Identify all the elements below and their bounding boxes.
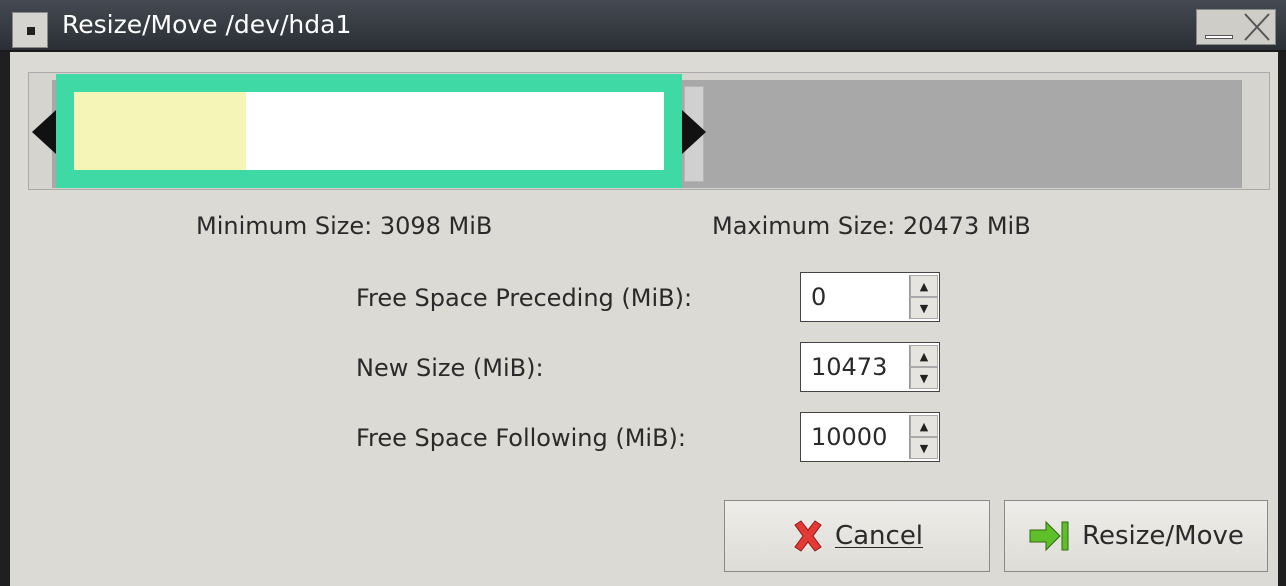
maximum-size-label: Maximum Size: 20473 MiB [712, 212, 1031, 240]
window-menu-icon [27, 27, 35, 35]
cancel-button[interactable]: Cancel [724, 500, 990, 572]
window-title: Resize/Move /dev/hda1 [62, 10, 352, 39]
spinner-arrows: ▲ ▼ [909, 415, 938, 459]
resizer-edge [1242, 76, 1266, 186]
right-resize-handle-icon[interactable] [682, 110, 706, 154]
free-space-preceding-label: Free Space Preceding (MiB): [356, 284, 693, 312]
minimum-size-label: Minimum Size: 3098 MiB [196, 212, 493, 240]
decrement-down-icon[interactable]: ▼ [910, 367, 938, 389]
minimize-icon[interactable] [1205, 35, 1233, 39]
spinner-arrows: ▲ ▼ [909, 275, 938, 319]
free-space-following-label: Free Space Following (MiB): [356, 424, 686, 452]
free-space-following-value[interactable]: 10000 [811, 421, 887, 453]
decrement-down-icon[interactable]: ▼ [910, 437, 938, 459]
cancel-label: Cancel [834, 521, 924, 551]
resize-move-label: Resize/Move [1082, 521, 1244, 551]
free-space-following-spinner[interactable]: 10000 ▲ ▼ [800, 412, 940, 462]
increment-up-icon[interactable]: ▲ [910, 345, 938, 367]
resize-arrow-icon [1029, 520, 1069, 552]
new-size-value[interactable]: 10473 [811, 351, 887, 383]
free-space-preceding-spinner[interactable]: 0 ▲ ▼ [800, 272, 940, 322]
free-space-preceding-value[interactable]: 0 [811, 281, 826, 313]
left-resize-handle-icon[interactable] [32, 110, 56, 154]
new-size-label: New Size (MiB): [356, 354, 544, 382]
window-frame-left [0, 52, 10, 586]
decrement-down-icon[interactable]: ▼ [910, 297, 938, 319]
window-frame-right [1278, 52, 1286, 586]
cancel-icon [794, 520, 822, 552]
close-icon[interactable] [1241, 12, 1273, 42]
increment-up-icon[interactable]: ▲ [910, 275, 938, 297]
title-bar: Resize/Move /dev/hda1 [0, 0, 1286, 52]
window-controls [1196, 9, 1276, 45]
spinner-arrows: ▲ ▼ [909, 345, 938, 389]
partition-used-space [74, 92, 246, 170]
resize-move-button[interactable]: Resize/Move [1004, 500, 1268, 572]
window-menu-button[interactable] [12, 12, 48, 48]
increment-up-icon[interactable]: ▲ [910, 415, 938, 437]
new-size-spinner[interactable]: 10473 ▲ ▼ [800, 342, 940, 392]
